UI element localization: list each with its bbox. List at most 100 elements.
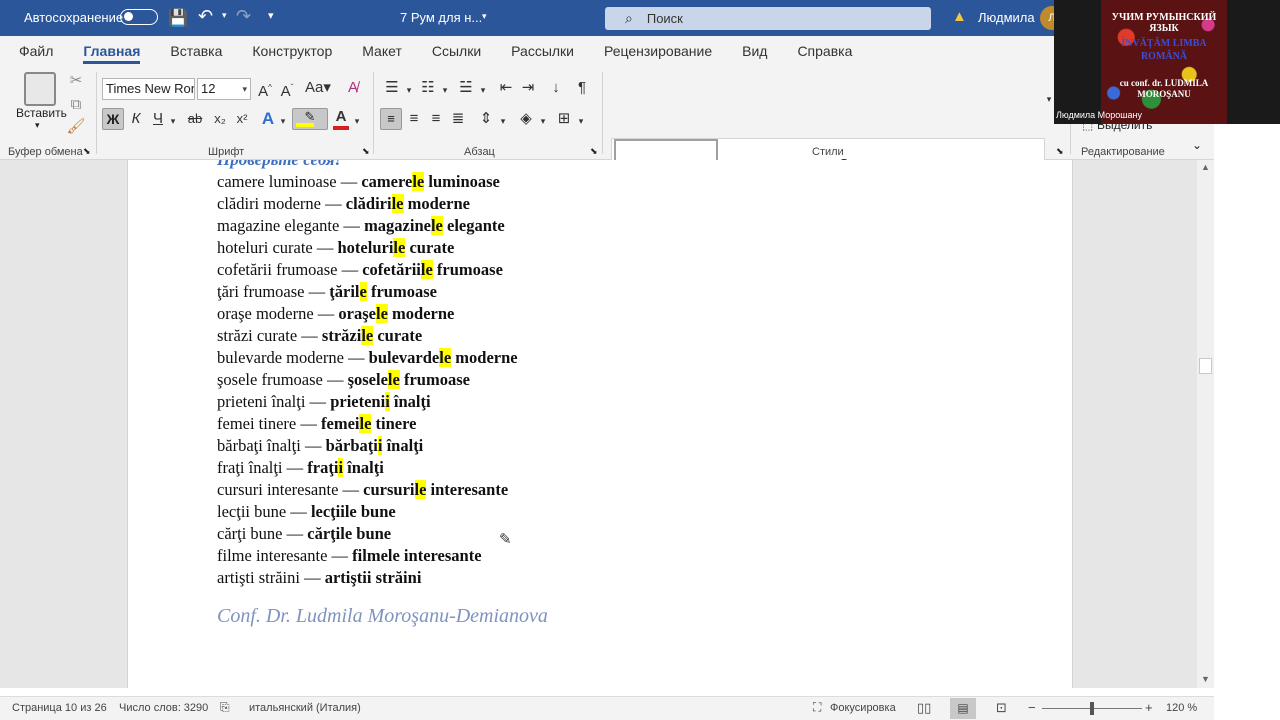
numbering-icon[interactable]: ☷ <box>418 77 438 99</box>
paste-dropdown-icon[interactable]: ▾ <box>35 120 40 131</box>
line-spacing-dropdown-icon[interactable]: ▾ <box>498 110 508 132</box>
multilevel-list-icon[interactable]: ☱ <box>456 77 476 99</box>
bullets-icon[interactable]: ☰ <box>382 77 402 99</box>
tab-file[interactable]: Файл <box>4 36 68 66</box>
decrease-indent-icon[interactable]: ⇤ <box>496 77 516 99</box>
document-line[interactable]: lecţii bune — lecţiile bune <box>217 501 396 523</box>
undo-dropdown-icon[interactable]: ▾ <box>222 10 227 21</box>
font-launcher-icon[interactable]: ⬊ <box>362 146 370 157</box>
increase-indent-icon[interactable]: ⇥ <box>518 77 538 99</box>
underline-button[interactable]: Ч <box>148 108 168 130</box>
redo-icon[interactable]: ↷ <box>236 6 251 27</box>
borders-dropdown-icon[interactable]: ▾ <box>576 110 586 132</box>
tab-home[interactable]: Главная <box>68 36 155 66</box>
tab-view[interactable]: Вид <box>727 36 782 66</box>
proofing-icon[interactable]: ⎘ <box>220 700 230 715</box>
document-line[interactable]: ţări frumoase — ţările frumoase <box>217 281 437 303</box>
change-case-icon[interactable]: Aa▾ <box>305 77 331 99</box>
text-effects-dropdown-icon[interactable]: ▾ <box>278 110 288 132</box>
document-line[interactable]: femei tinere — femeile tinere <box>217 413 416 435</box>
font-size-combo[interactable]: 12 ▾ <box>197 78 251 100</box>
copy-icon[interactable]: ⧉ <box>66 94 86 116</box>
zoom-slider-thumb[interactable] <box>1090 702 1094 715</box>
document-line[interactable]: oraşe moderne — oraşele moderne <box>217 303 454 325</box>
justify-icon[interactable]: ≣ <box>448 108 468 130</box>
document-line[interactable]: filme interesante — filmele interesante <box>217 545 482 567</box>
web-layout-icon[interactable]: ⊡ <box>996 700 1007 716</box>
document-line[interactable]: prieteni înalţi — prietenii înalţi <box>217 391 431 413</box>
italic-button[interactable]: К <box>126 108 146 130</box>
tab-layout[interactable]: Макет <box>347 36 417 66</box>
tab-references[interactable]: Ссылки <box>417 36 496 66</box>
shading-icon[interactable]: ◈ <box>516 108 536 130</box>
bold-button[interactable]: Ж <box>102 108 124 130</box>
borders-icon[interactable]: ⊞ <box>554 108 574 130</box>
document-line[interactable]: bărbaţi înalţi — bărbaţii înalţi <box>217 435 423 457</box>
read-mode-icon[interactable]: ▯▯ <box>917 700 931 716</box>
align-left-button[interactable]: ≡ <box>380 108 402 130</box>
strikethrough-icon[interactable]: ab <box>184 108 206 130</box>
paragraph-launcher-icon[interactable]: ⬊ <box>590 146 598 157</box>
font-size-dropdown-icon[interactable]: ▾ <box>242 79 247 99</box>
tab-mailings[interactable]: Рассылки <box>496 36 589 66</box>
underline-dropdown-icon[interactable]: ▾ <box>168 110 178 132</box>
language[interactable]: итальянский (Италия) <box>249 702 361 714</box>
user-name[interactable]: Людмила <box>978 10 1035 25</box>
tab-insert[interactable]: Вставка <box>155 36 237 66</box>
paste-button[interactable]: Вставить <box>16 106 67 120</box>
autosave-toggle[interactable] <box>120 9 158 25</box>
clipboard-launcher-icon[interactable]: ⬊ <box>83 146 91 157</box>
numbering-dropdown-icon[interactable]: ▾ <box>440 79 450 101</box>
grow-font-icon[interactable]: A^ <box>255 77 275 103</box>
clear-formatting-icon[interactable]: A̸ <box>342 77 364 99</box>
document-line[interactable]: artişti străini — artiştii străini <box>217 567 421 589</box>
show-formatting-icon[interactable]: ¶ <box>572 77 592 99</box>
align-center-icon[interactable]: ≡ <box>404 108 424 130</box>
document-line[interactable]: bulevarde moderne — bulevardele moderne <box>217 347 518 369</box>
zoom-in-icon[interactable]: + <box>1145 700 1153 715</box>
undo-icon[interactable]: ↶ <box>198 6 213 27</box>
multilevel-dropdown-icon[interactable]: ▾ <box>478 79 488 101</box>
save-icon[interactable]: 💾 <box>168 8 188 28</box>
focus-icon[interactable]: ⛶ <box>813 700 821 715</box>
subscript-icon[interactable]: x₂ <box>210 108 230 130</box>
sort-icon[interactable]: ↓ <box>546 77 566 99</box>
shrink-font-icon[interactable]: Aˇ <box>277 77 297 103</box>
document-title[interactable]: 7 Рум для н... <box>400 10 482 25</box>
zoom-level[interactable]: 120 % <box>1166 702 1197 714</box>
bullets-dropdown-icon[interactable]: ▾ <box>404 79 414 101</box>
shading-dropdown-icon[interactable]: ▾ <box>538 110 548 132</box>
format-painter-icon[interactable]: 🖌 <box>66 116 86 138</box>
document-line[interactable]: cărţi bune — cărţile bune <box>217 523 391 545</box>
font-color-dropdown-icon[interactable]: ▾ <box>352 110 362 132</box>
document-line[interactable]: cofetării frumoase — cofetăriile frumoas… <box>217 259 503 281</box>
document-line[interactable]: clădiri moderne — clădirile moderne <box>217 193 470 215</box>
highlight-button[interactable]: ✎ <box>292 108 328 130</box>
word-count[interactable]: Число слов: 3290 <box>119 702 208 714</box>
vertical-scrollbar[interactable]: ▲ ▼ <box>1197 160 1214 688</box>
document-line[interactable]: camere luminoase — camerele luminoase <box>217 171 500 193</box>
document-line[interactable]: străzi curate — străzile curate <box>217 325 422 347</box>
focus-mode[interactable]: Фокусировка <box>830 702 896 714</box>
scroll-down-icon[interactable]: ▼ <box>1201 674 1210 684</box>
text-effects-icon[interactable]: A <box>258 108 278 130</box>
tab-review[interactable]: Рецензирование <box>589 36 727 66</box>
customize-qat-icon[interactable]: ▾ <box>268 9 274 22</box>
font-color-icon[interactable]: A <box>332 106 350 128</box>
zoom-out-icon[interactable]: − <box>1028 700 1036 715</box>
document-line[interactable]: magazine elegante — magazinele elegante <box>217 215 505 237</box>
font-name-combo[interactable]: Times New Ron <box>102 78 195 100</box>
tab-design[interactable]: Конструктор <box>237 36 347 66</box>
title-dropdown-icon[interactable]: ▾ <box>482 11 487 22</box>
line-spacing-icon[interactable]: ⇕ <box>476 108 496 130</box>
search-box[interactable]: ⌕ Поиск <box>605 7 931 30</box>
align-right-icon[interactable]: ≡ <box>426 108 446 130</box>
document-line[interactable]: fraţi înalţi — fraţii înalţi <box>217 457 384 479</box>
document-line[interactable]: cursuri interesante — cursurile interesa… <box>217 479 508 501</box>
scroll-thumb[interactable] <box>1199 358 1212 374</box>
page-count[interactable]: Страница 10 из 26 <box>12 702 107 714</box>
print-layout-button[interactable]: ▤ <box>950 698 976 719</box>
cut-icon[interactable]: ✂ <box>66 70 86 92</box>
collapse-ribbon-icon[interactable]: ⌄ <box>1192 138 1202 152</box>
document-line[interactable]: şosele frumoase — şoselele frumoase <box>217 369 470 391</box>
